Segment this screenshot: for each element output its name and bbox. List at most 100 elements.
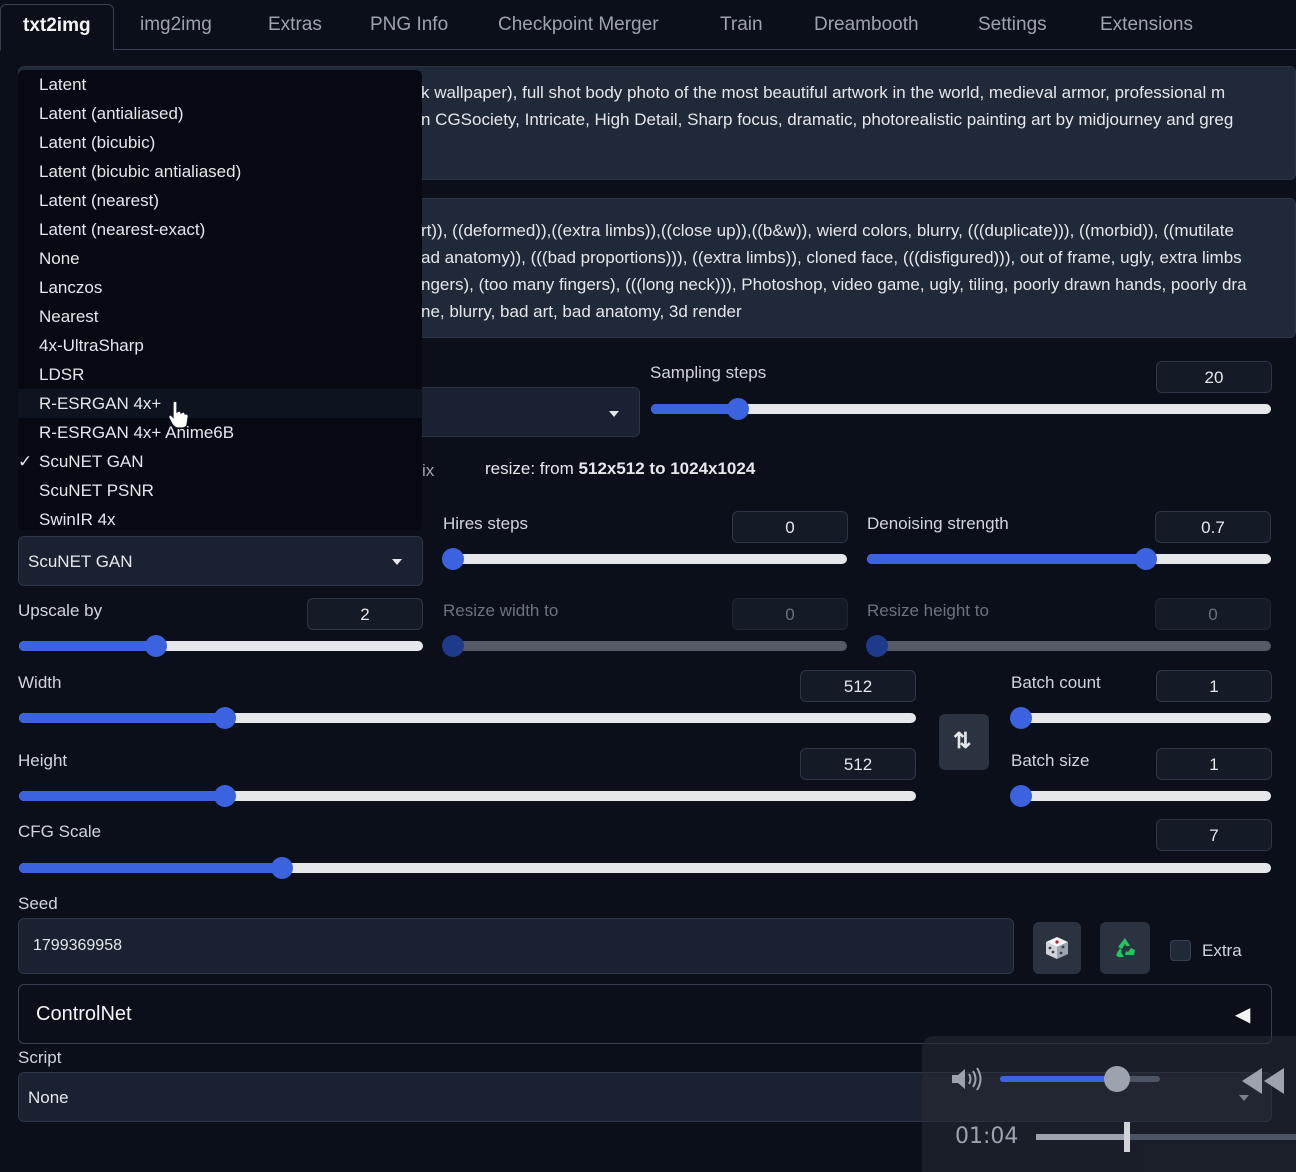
hires-steps-label: Hires steps (443, 514, 529, 533)
batch-size-input[interactable]: 1 (1156, 748, 1272, 780)
slider-thumb[interactable] (866, 635, 888, 657)
upscaler-option[interactable]: 4x-UltraSharp (39, 336, 144, 356)
hires-steps-input[interactable]: 0 (732, 511, 848, 543)
upscaler-option[interactable]: None (39, 249, 80, 269)
denoising-strength-slider[interactable] (867, 548, 1271, 570)
tab-bar: txt2img img2img Extras PNG Info Checkpoi… (0, 0, 1296, 51)
seed-label: Seed (18, 894, 58, 913)
hires-fix-label: ix (422, 461, 435, 480)
tab-img2img[interactable]: img2img (140, 14, 212, 36)
upscale-by-input[interactable]: 2 (307, 598, 423, 630)
hires-upscaler-value: ScuNET GAN (28, 552, 133, 571)
width-slider[interactable] (19, 707, 916, 729)
slider-thumb[interactable] (726, 398, 749, 420)
cfg-scale-input[interactable]: 7 (1156, 819, 1272, 851)
recycle-icon (1116, 938, 1135, 957)
height-slider[interactable] (19, 785, 916, 807)
tab-dreambooth[interactable]: Dreambooth (814, 14, 919, 36)
extra-seed-label: Extra (1202, 941, 1242, 960)
hires-upscaler-dropdown[interactable]: ScuNET GAN (18, 536, 423, 586)
upscaler-option[interactable]: Lanczos (39, 278, 102, 298)
controlnet-accordion[interactable]: ControlNet ◀ (18, 984, 1272, 1044)
resize-info-prefix: resize: from (485, 459, 574, 478)
rewind-icon[interactable] (1240, 1066, 1284, 1096)
playback-progress[interactable] (1036, 1122, 1296, 1152)
prompt-line: n CGSociety, Intricate, High Detail, Sha… (421, 110, 1234, 129)
volume-icon[interactable] (950, 1066, 986, 1092)
upscaler-option[interactable]: Nearest (39, 307, 99, 327)
resize-info-dimensions: 512x512 to 1024x1024 (578, 459, 756, 478)
resize-height-slider[interactable] (866, 635, 1271, 657)
upscaler-option-selected[interactable]: ScuNET GAN (39, 452, 144, 472)
slider-thumb[interactable] (442, 548, 464, 570)
upscale-by-slider[interactable] (19, 635, 423, 657)
sampling-steps-slider[interactable] (651, 398, 1271, 420)
upscaler-option[interactable]: Latent (39, 75, 86, 95)
dice-icon (1046, 937, 1068, 959)
script-value: None (28, 1088, 69, 1107)
resize-width-slider[interactable] (442, 635, 847, 657)
tab-settings[interactable]: Settings (978, 14, 1047, 36)
negative-prompt-line: ne, blurry, bad art, bad anatomy, 3d ren… (421, 302, 742, 321)
batch-count-label: Batch count (1011, 673, 1101, 692)
extra-seed-checkbox[interactable] (1170, 940, 1191, 961)
upscale-by-label: Upscale by (18, 601, 103, 620)
upscaler-option[interactable]: Latent (antialiased) (39, 104, 184, 124)
sampling-steps-label: Sampling steps (650, 363, 767, 382)
tab-extensions[interactable]: Extensions (1100, 14, 1193, 36)
tab-checkpoint-merger[interactable]: Checkpoint Merger (498, 14, 659, 36)
upscaler-option[interactable]: R-ESRGAN 4x+ Anime6B (39, 423, 234, 443)
seed-value: 1799369958 (33, 937, 122, 954)
chevron-down-icon (392, 559, 402, 565)
upscaler-option[interactable]: Latent (nearest) (39, 191, 159, 211)
resize-height-label: Resize height to (867, 601, 989, 620)
slider-thumb[interactable] (214, 707, 237, 729)
slider-thumb[interactable] (442, 635, 464, 657)
slider-thumb[interactable] (270, 857, 293, 879)
chevron-down-icon (609, 411, 619, 417)
tab-txt2img[interactable]: txt2img (0, 4, 114, 51)
tab-png-info[interactable]: PNG Info (370, 14, 448, 36)
slider-thumb[interactable] (1010, 785, 1032, 807)
upscaler-option[interactable]: LDSR (39, 365, 84, 385)
upscaler-option-hovered[interactable]: R-ESRGAN 4x+ (18, 389, 422, 418)
seed-input[interactable]: 1799369958 (18, 918, 1014, 974)
hires-steps-slider[interactable] (442, 548, 847, 570)
upscaler-option[interactable]: ScuNET PSNR (39, 481, 154, 501)
reuse-seed-button[interactable] (1100, 922, 1150, 974)
resize-width-input[interactable]: 0 (732, 598, 848, 630)
checkmark-icon: ✓ (18, 452, 33, 471)
width-input[interactable]: 512 (800, 670, 916, 702)
cfg-scale-label: CFG Scale (18, 822, 102, 841)
batch-count-input[interactable]: 1 (1156, 670, 1272, 702)
slider-thumb[interactable] (1010, 707, 1032, 729)
swap-dimensions-button[interactable]: ⇅ (939, 714, 989, 770)
height-input[interactable]: 512 (800, 748, 916, 780)
slider-thumb[interactable] (1134, 548, 1157, 570)
prompt-line: k wallpaper), full shot body photo of th… (421, 83, 1226, 102)
height-label: Height (18, 751, 68, 770)
controlnet-title: ControlNet (36, 1003, 132, 1025)
random-seed-button[interactable] (1033, 922, 1081, 974)
batch-size-slider[interactable] (1010, 785, 1271, 807)
negative-prompt-line: rt)), ((deformed)),((extra limbs)),((clo… (421, 221, 1234, 240)
upscaler-option[interactable]: SwinIR 4x (39, 510, 116, 530)
upscaler-option[interactable]: Latent (bicubic antialiased) (39, 162, 241, 182)
upscaler-option[interactable]: Latent (bicubic) (39, 133, 155, 153)
sampling-steps-input[interactable]: 20 (1156, 361, 1272, 393)
collapse-icon[interactable]: ◀ (1235, 1002, 1250, 1027)
playback-time: 01:04 (955, 1124, 1019, 1149)
volume-slider[interactable] (1000, 1066, 1160, 1092)
batch-count-slider[interactable] (1010, 707, 1271, 729)
denoising-strength-input[interactable]: 0.7 (1155, 511, 1271, 543)
tab-train[interactable]: Train (720, 14, 763, 36)
hand-cursor-icon (168, 400, 189, 429)
cfg-scale-slider[interactable] (19, 857, 1271, 879)
tab-extras[interactable]: Extras (268, 14, 322, 36)
denoising-strength-label: Denoising strength (867, 514, 1009, 533)
upscaler-option[interactable]: Latent (nearest-exact) (39, 220, 205, 240)
resize-height-input[interactable]: 0 (1155, 598, 1271, 630)
slider-thumb[interactable] (145, 635, 168, 657)
slider-thumb[interactable] (214, 785, 237, 807)
width-label: Width (18, 673, 62, 692)
